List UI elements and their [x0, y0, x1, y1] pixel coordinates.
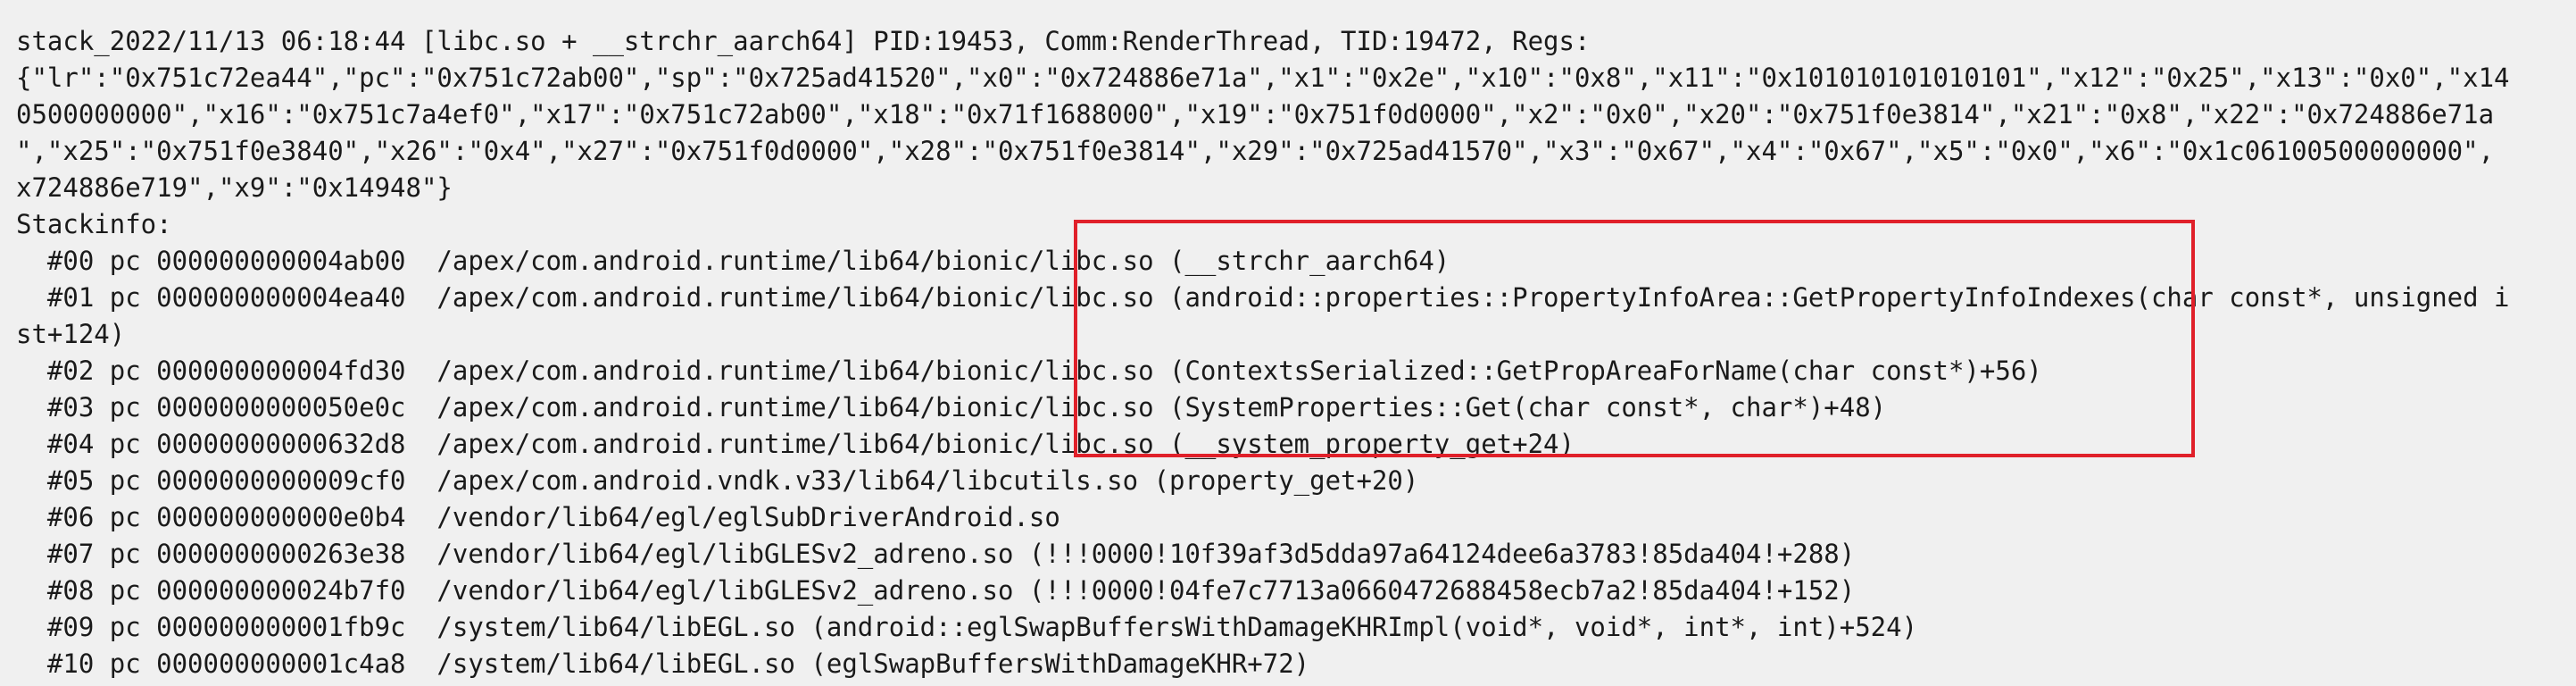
stackinfo-label: Stackinfo:	[16, 209, 172, 239]
registers-line: {"lr":"0x751c72ea44","pc":"0x751c72ab00"…	[16, 63, 2510, 93]
stack-frame-line: st+124)	[16, 319, 126, 349]
registers-line: ","x25":"0x751f0e3840","x26":"0x4","x27"…	[16, 136, 2495, 166]
stack-frame-line: #07 pc 0000000000263e38 /vendor/lib64/eg…	[16, 539, 1856, 569]
stack-frame-line: #10 pc 000000000001c4a8 /system/lib64/li…	[16, 648, 1310, 679]
stack-frame-line: #04 pc 00000000000632d8 /apex/com.androi…	[16, 429, 1575, 459]
stack-frame-line: #03 pc 0000000000050e0c /apex/com.androi…	[16, 392, 1887, 422]
log-header-line: stack_2022/11/13 06:18:44 [libc.so + __s…	[16, 26, 1591, 56]
stack-frame-line: #05 pc 0000000000009cf0 /apex/com.androi…	[16, 465, 1419, 496]
stack-frame-line: #08 pc 000000000024b7f0 /vendor/lib64/eg…	[16, 575, 1856, 606]
stack-frame-line: #00 pc 000000000004ab00 /apex/com.androi…	[16, 246, 1450, 276]
stack-frame-line: #02 pc 000000000004fd30 /apex/com.androi…	[16, 356, 2042, 386]
registers-line: x724886e719","x9":"0x14948"}	[16, 172, 453, 203]
registers-line: 0500000000","x16":"0x751c7a4ef0","x17":"…	[16, 99, 2495, 130]
log-viewer: stack_2022/11/13 06:18:44 [libc.so + __s…	[0, 0, 2576, 686]
stack-frame-line: #01 pc 000000000004ea40 /apex/com.androi…	[16, 282, 2510, 313]
stack-trace-log: stack_2022/11/13 06:18:44 [libc.so + __s…	[16, 23, 2576, 682]
stack-frame-line: #09 pc 000000000001fb9c /system/lib64/li…	[16, 612, 1918, 642]
stack-frame-line: #06 pc 000000000000e0b4 /vendor/lib64/eg…	[16, 502, 1060, 532]
